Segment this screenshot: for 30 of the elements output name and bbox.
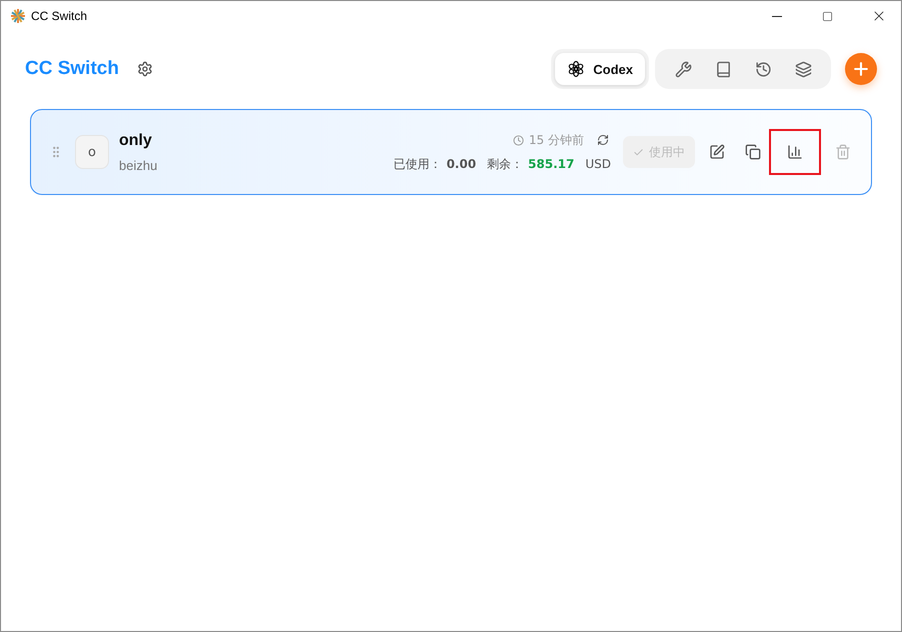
provider-note: beizhu xyxy=(119,158,158,172)
wrench-icon xyxy=(674,60,692,78)
update-time: 15 分钟前 xyxy=(528,132,584,148)
provider-avatar: o xyxy=(75,135,109,169)
app-tab[interactable]: Codex xyxy=(555,53,645,85)
settings-icon xyxy=(136,61,153,77)
remaining-amount: 585.17 xyxy=(528,157,574,171)
app-logo-icon xyxy=(11,9,25,23)
clock-icon xyxy=(512,134,524,146)
refresh-button[interactable] xyxy=(595,132,611,148)
refresh-icon xyxy=(597,134,609,146)
trash-icon xyxy=(835,144,851,160)
currency-unit: USD xyxy=(585,157,611,171)
copy-icon xyxy=(745,144,761,160)
history-icon xyxy=(754,60,772,78)
usage-stats-button[interactable] xyxy=(769,129,821,175)
window-title: CC Switch xyxy=(31,9,88,23)
edit-icon xyxy=(709,144,725,160)
maximize-icon xyxy=(822,10,833,22)
layers-icon xyxy=(794,60,812,78)
bar-chart-icon xyxy=(787,144,803,160)
book-icon xyxy=(714,60,732,78)
plus-icon xyxy=(851,59,871,79)
used-amount: 0.00 xyxy=(446,157,476,171)
remaining-label: 剩余： xyxy=(487,156,524,172)
add-button[interactable] xyxy=(845,53,877,85)
provider-name: only xyxy=(119,132,153,150)
app-title: CC Switch xyxy=(25,58,119,80)
used-label: 已使用： xyxy=(393,156,442,172)
check-icon xyxy=(633,146,644,158)
